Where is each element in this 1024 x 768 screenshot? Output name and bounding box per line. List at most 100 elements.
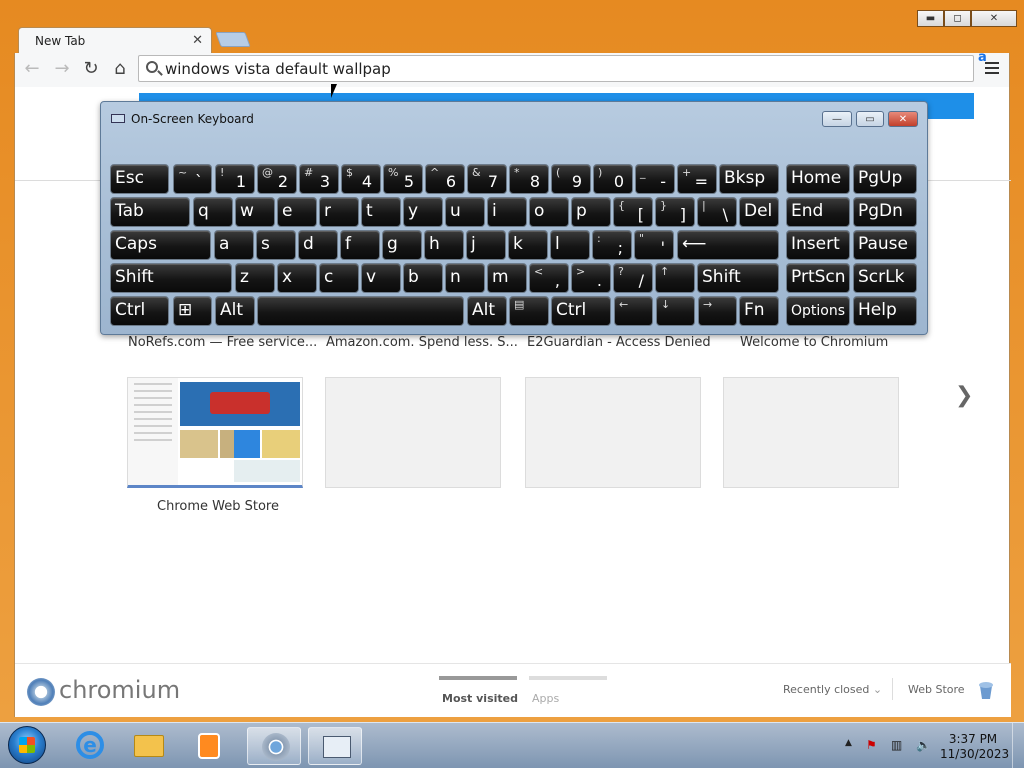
new-tab-button[interactable] <box>215 32 251 47</box>
key-fn[interactable]: Fn <box>739 296 779 326</box>
osk-close-button[interactable]: ✕ <box>888 111 918 127</box>
taskbar-media-player[interactable] <box>182 727 236 765</box>
key-j[interactable]: j <box>466 230 506 260</box>
network-icon[interactable]: ▥ <box>891 738 902 752</box>
key-end[interactable]: End <box>786 197 850 227</box>
key-options[interactable]: Options <box>786 296 850 326</box>
taskbar-explorer[interactable] <box>122 727 176 765</box>
key-o[interactable]: o <box>529 197 569 227</box>
show-desktop-button[interactable] <box>1012 723 1024 768</box>
key-w[interactable]: w <box>235 197 275 227</box>
osk-minimize-button[interactable]: — <box>822 111 852 127</box>
key-n[interactable]: n <box>445 263 485 293</box>
tile-title[interactable]: E2Guardian - Access Denied <box>527 335 711 350</box>
key-0[interactable]: ) 0 <box>593 164 633 194</box>
key-alt-right[interactable]: Alt <box>467 296 507 326</box>
key-right-bracket[interactable]: }] <box>655 197 695 227</box>
key-right-arrow[interactable]: → <box>698 296 737 326</box>
close-window-button[interactable]: ✕ <box>971 10 1017 27</box>
key-shift-left[interactable]: Shift <box>110 263 232 293</box>
key-help[interactable]: Help <box>853 296 917 326</box>
key-comma[interactable]: <, <box>529 263 569 293</box>
key-home[interactable]: Home <box>786 164 850 194</box>
system-clock[interactable]: 3:37 PM 11/30/2023 <box>940 732 1009 762</box>
key-p[interactable]: p <box>571 197 611 227</box>
tab-close-icon[interactable]: ✕ <box>192 33 203 48</box>
key-space[interactable] <box>257 296 464 326</box>
key-pgdn[interactable]: PgDn <box>853 197 917 227</box>
tab-most-visited[interactable]: Most visited <box>442 692 518 705</box>
menu-icon[interactable] <box>985 62 999 77</box>
key-k[interactable]: k <box>508 230 548 260</box>
key-x[interactable]: x <box>277 263 317 293</box>
key-u[interactable]: u <box>445 197 485 227</box>
key-alt-left[interactable]: Alt <box>215 296 255 326</box>
key-menu[interactable]: ▤ <box>509 296 549 326</box>
key-slash[interactable]: ? / <box>613 263 653 293</box>
recently-closed-menu[interactable]: Recently closed ⌄ <box>783 683 882 696</box>
key-b[interactable]: b <box>403 263 443 293</box>
key-e[interactable]: e <box>277 197 317 227</box>
key-pause[interactable]: Pause <box>853 230 917 260</box>
key-scrlk[interactable]: ScrLk <box>853 263 917 293</box>
key-ctrl-right[interactable]: Ctrl <box>551 296 611 326</box>
key-del[interactable]: Del <box>739 197 779 227</box>
key-semicolon[interactable]: :; <box>592 230 632 260</box>
key-s[interactable]: s <box>256 230 296 260</box>
trash-icon[interactable] <box>977 680 995 700</box>
maximize-button[interactable]: ◻ <box>944 10 971 27</box>
key-esc[interactable]: Esc <box>110 164 169 194</box>
key-4[interactable]: $4 <box>341 164 381 194</box>
key-ctrl-left[interactable]: Ctrl <box>110 296 169 326</box>
key-3[interactable]: #3 <box>299 164 339 194</box>
key-period[interactable]: >. <box>571 263 611 293</box>
key-6[interactable]: ^ 6 <box>425 164 465 194</box>
home-icon[interactable]: ⌂ <box>109 58 131 79</box>
key-1[interactable]: ! 1 <box>215 164 255 194</box>
key-d[interactable]: d <box>298 230 338 260</box>
key-q[interactable]: q <box>193 197 233 227</box>
key-i[interactable]: i <box>487 197 527 227</box>
key-v[interactable]: v <box>361 263 401 293</box>
key-z[interactable]: z <box>235 263 275 293</box>
tray-expand-icon[interactable]: ▲ <box>845 738 852 748</box>
key-pgup[interactable]: PgUp <box>853 164 917 194</box>
key-quote[interactable]: " ' <box>634 230 674 260</box>
key-r[interactable]: r <box>319 197 359 227</box>
key-enter[interactable]: ⟵ <box>677 230 779 260</box>
taskbar-chromium[interactable] <box>247 727 301 765</box>
start-button[interactable] <box>8 726 46 764</box>
minimize-button[interactable]: ▬ <box>917 10 944 27</box>
forward-icon[interactable]: → <box>51 58 73 79</box>
volume-muted-icon[interactable]: 🔈 <box>916 738 931 752</box>
key-up-arrow[interactable]: ↑ <box>655 263 695 293</box>
key-t[interactable]: t <box>361 197 401 227</box>
key-prtscn[interactable]: PrtScn <box>786 263 850 293</box>
reload-icon[interactable]: ↻ <box>80 58 102 79</box>
key-8[interactable]: * 8 <box>509 164 549 194</box>
key-left-arrow[interactable]: ← <box>614 296 653 326</box>
key-tilde[interactable]: ~ ` <box>173 164 212 194</box>
key-windows[interactable]: ⊞ <box>173 296 212 326</box>
tile-title[interactable]: Chrome Web Store <box>157 499 279 514</box>
key-9[interactable]: (9 <box>551 164 591 194</box>
key-minus[interactable]: _ - <box>635 164 675 194</box>
tile-title[interactable]: Amazon.com. Spend less. S... <box>326 335 518 350</box>
key-f[interactable]: f <box>340 230 380 260</box>
key-l[interactable]: l <box>550 230 590 260</box>
taskbar-internet-explorer[interactable]: e <box>62 727 116 765</box>
key-backspace[interactable]: Bksp <box>719 164 779 194</box>
tile-thumbnail-chrome-web-store[interactable] <box>127 377 303 488</box>
key-tab[interactable]: Tab <box>110 197 190 227</box>
back-icon[interactable]: ← <box>21 58 43 79</box>
key-left-bracket[interactable]: {[ <box>613 197 653 227</box>
key-7[interactable]: & 7 <box>467 164 507 194</box>
tile-title[interactable]: NoRefs.com — Free service... <box>128 335 317 350</box>
key-c[interactable]: c <box>319 263 359 293</box>
taskbar-on-screen-keyboard[interactable] <box>308 727 362 765</box>
key-g[interactable]: g <box>382 230 422 260</box>
key-5[interactable]: % 5 <box>383 164 423 194</box>
key-a[interactable]: a <box>214 230 254 260</box>
key-equals[interactable]: + = <box>677 164 717 194</box>
key-2[interactable]: @2 <box>257 164 297 194</box>
